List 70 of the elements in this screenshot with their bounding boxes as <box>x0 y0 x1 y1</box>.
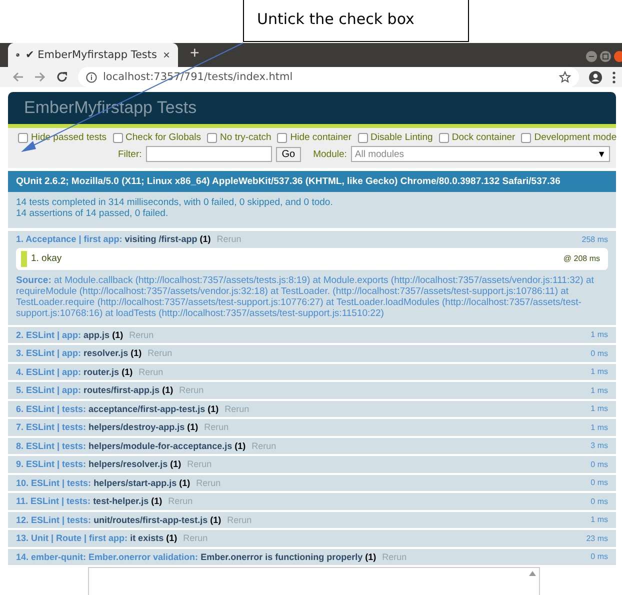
test-duration: 1 ms <box>590 386 608 395</box>
test-duration: 258 ms <box>582 234 608 244</box>
test-duration: 23 ms <box>586 534 608 543</box>
checkbox[interactable] <box>521 132 532 142</box>
maximize-icon[interactable] <box>600 51 611 62</box>
option-label: No try-catch <box>220 132 272 143</box>
menu-icon[interactable] <box>612 70 616 84</box>
option-label: Hide passed tests <box>31 132 107 143</box>
go-button[interactable]: Go <box>276 146 302 162</box>
checkbox[interactable] <box>277 132 288 142</box>
test-title[interactable]: 10. ESLint | tests: helpers/start-app.js (1) <box>16 478 190 488</box>
module-label: Module: <box>313 148 347 160</box>
test-title[interactable]: 7. ESLint | tests: helpers/destroy-app.js (1) <box>16 422 198 432</box>
option-label: Check for Globals <box>126 132 202 143</box>
option-label: Hide container <box>290 132 352 143</box>
summary-text: 14 tests completed in 314 milliseconds, with 0 failed, 0 skipped, and 0 todo. <box>16 197 334 208</box>
callout-box: Untick the check box <box>243 0 469 42</box>
scroll-up-icon[interactable] <box>529 571 536 576</box>
star-icon[interactable] <box>559 71 571 83</box>
checkbox[interactable] <box>112 132 123 142</box>
option-label: Disable Linting <box>370 132 433 143</box>
test-duration: 0 ms <box>590 552 608 562</box>
checkbox[interactable] <box>438 132 449 142</box>
filter-label: Filter: <box>118 148 142 160</box>
assertion-duration: @ 208 ms <box>563 254 600 263</box>
text-area[interactable] <box>88 567 540 595</box>
source-trace: Source: at Module.callback (http://localhost:7357/assets/tests.js:8:19) at Module.exports (http://localhost:7357/assets/vendor.js:111:32) at requireModule (http://localhost:7357/assets/vendor.js:32:18) at TestLoader. (http://localhost:7357/assets/test-support.js:10786:11) at TestLoader.require (http://localhost:7357/assets/test-support.js:10776:27) at TestLoader.loadModules (http://localhost:7357/assets/test-support.js:10768:16) at loadTests (http://localhost:7357/assets/test-support.js:11510:22) <box>16 274 595 318</box>
test-duration: 1 ms <box>590 515 608 524</box>
test-duration: 0 ms <box>590 348 608 358</box>
reload-icon[interactable] <box>56 71 68 83</box>
test-title[interactable]: 14. ember-qunit: Ember.onerror validation: Ember.onerror is functioning properly (1) <box>16 552 376 562</box>
test-duration: 3 ms <box>590 441 608 450</box>
test-title[interactable]: 3. ESLint | app: resolver.js (1) <box>16 348 142 358</box>
summary-text: 14 assertions of 14 passed, 0 failed. <box>16 208 170 219</box>
test-title[interactable]: 5. ESLint | app: routes/first-app.js (1) <box>16 385 174 396</box>
test-title[interactable]: 12. ESLint | tests: unit/routes/first-app-test.js (1) <box>16 514 222 525</box>
test-title[interactable]: 1. Acceptance | first app: visiting /first-app (1) <box>16 234 211 244</box>
test-duration: 0 ms <box>590 496 608 506</box>
test-title[interactable]: 13. Unit | Route | first app: it exists (1) <box>16 533 178 544</box>
user-agent-banner: QUnit 2.6.2; Mozilla/5.0 (X11; Linux x86_64) AppleWebKit/537.36 (KHTML, like Gecko) Chrome/80.0.3987.132 Safari/537.36 <box>8 171 616 192</box>
test-duration: 0 ms <box>590 460 608 469</box>
browser-tab[interactable]: ✔ EmberMyfirstapp Tests × <box>8 43 178 67</box>
test-duration: 0 ms <box>590 478 608 488</box>
option-label: Development mode <box>534 132 617 143</box>
test-duration: 1 ms <box>590 367 608 376</box>
test-duration: 1 ms <box>590 330 608 340</box>
test-title[interactable]: 11. ESLint | tests: test-helper.js (1) <box>16 496 162 506</box>
pass-marker <box>21 250 27 266</box>
test-title[interactable]: 8. ESLint | tests: helpers/module-for-acceptance.js (1) <box>16 440 246 451</box>
close-tab-button[interactable]: × <box>162 48 170 62</box>
minimize-icon[interactable] <box>586 51 597 62</box>
forward-icon[interactable] <box>34 71 46 83</box>
close-icon[interactable] <box>614 51 622 62</box>
checkbox[interactable] <box>358 132 368 142</box>
assertion-text: 1. okay <box>31 253 62 264</box>
test-title[interactable]: 6. ESLint | tests: acceptance/first-app-test.js (1) <box>16 404 219 414</box>
filter-field[interactable] <box>146 146 272 162</box>
test-duration: 1 ms <box>590 404 608 414</box>
back-icon[interactable] <box>12 71 24 83</box>
option-label: Dock container <box>452 132 516 143</box>
new-tab-button[interactable]: + <box>190 45 200 63</box>
checkbox[interactable] <box>18 132 28 142</box>
checkbox[interactable] <box>207 132 218 142</box>
test-title[interactable]: 4. ESLint | app: router.js (1) <box>16 366 133 377</box>
test-title[interactable]: 2. ESLint | app: app.js (1) <box>16 330 124 340</box>
test-duration: 1 ms <box>590 422 608 432</box>
test-title[interactable]: 9. ESLint | tests: helpers/resolver.js (1) <box>16 459 182 470</box>
info-icon <box>86 72 97 82</box>
account-icon[interactable] <box>589 70 602 84</box>
module-select[interactable]: All modules ▼ <box>350 146 610 162</box>
